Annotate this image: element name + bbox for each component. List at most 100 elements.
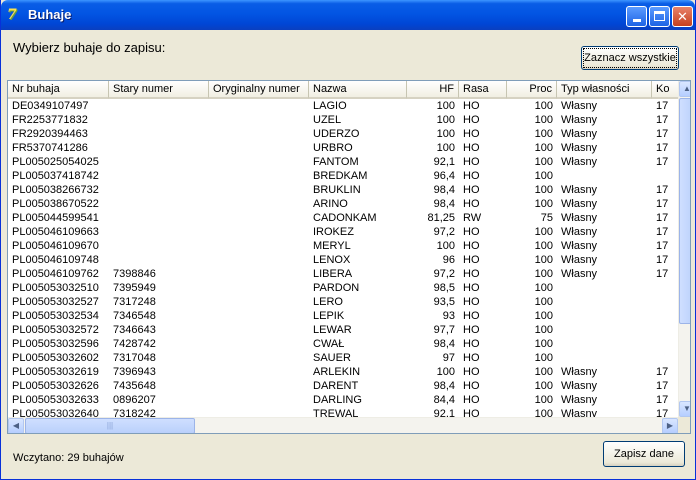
col-ko-header[interactable]: Ko (652, 81, 678, 99)
col-nazwa-cell: MERYL (313, 240, 351, 252)
col-nr-buhaja-cell: DE0349107497 (12, 100, 89, 112)
col-nr-buhaja-cell: PL005025054025 (12, 156, 99, 168)
minimize-button[interactable] (626, 6, 647, 27)
col-typ-wlasnosci-cell: Własny (561, 254, 598, 266)
vertical-scroll-thumb[interactable] (679, 98, 690, 324)
col-typ-wlasnosci-cell: Własny (561, 142, 598, 154)
col-hf-cell: 98,5 (433, 282, 455, 294)
col-stary-numer-cell (109, 197, 209, 211)
col-nazwa-cell: UDERZO (313, 128, 360, 140)
table-row[interactable]: PL005037418742 BREDKAM 96,4 HO 100 (8, 169, 678, 183)
col-hf-cell: 96,4 (433, 170, 455, 182)
col-typ-wlasnosci-cell (557, 295, 652, 309)
col-hf-cell: 97,2 (433, 226, 455, 238)
col-ko-cell: 17 (656, 268, 669, 280)
horizontal-scrollbar[interactable]: ◀ ||| ▶ (8, 417, 678, 433)
scroll-up-button[interactable]: ▲ (679, 81, 690, 97)
table-row[interactable]: PL005038266732 BRUKLIN 98,4 HO 100 Własny 17 (8, 183, 678, 197)
col-nazwa-cell: LIBERA (313, 268, 353, 280)
table-row[interactable]: FR2253771832 UZEL 100 HO 100 Własny 17 (8, 113, 678, 127)
col-oryginalny-numer-cell (209, 253, 309, 267)
table-row[interactable]: DE0349107497 LAGIO 100 HO 100 Własny 17 (8, 99, 678, 113)
col-oryginalny-numer-cell (209, 323, 309, 337)
table-row[interactable]: PL005053032534 7346548 LEPIK 93 HO 100 (8, 309, 678, 323)
table-row[interactable]: PL005053032640 7318242 TREWAL 92,1 HO 100 Włas… (8, 407, 678, 417)
select-all-button[interactable]: Zaznacz wszystkie (581, 46, 679, 70)
col-oryginalny-numer-cell (209, 169, 309, 183)
col-stary-numer-cell (109, 127, 209, 141)
table-row[interactable]: PL005038670522 ARINO 98,4 HO 100 Własny 17 (8, 197, 678, 211)
maximize-button[interactable] (649, 6, 670, 27)
col-ko-cell (652, 351, 678, 365)
arrow-left-icon: ◀ (12, 421, 20, 430)
table-row[interactable]: PL005046109663 IROKEZ 97,2 HO 100 Własny 17 (8, 225, 678, 239)
table-row[interactable]: PL005053032633 0896207 DARLING 84,4 HO 100 Wła… (8, 393, 678, 407)
col-hf-cell: 98,4 (433, 184, 455, 196)
col-ko-cell: 17 (656, 240, 669, 252)
col-ko-cell: 17 (656, 408, 669, 417)
col-oryginalny-numer-cell (209, 393, 309, 407)
arrow-right-icon: ▶ (666, 421, 674, 430)
col-ko-cell (652, 295, 678, 309)
close-button[interactable]: ✕ (672, 6, 693, 27)
table-row[interactable]: PL005053032510 7395949 PARDON 98,5 HO 100 (8, 281, 678, 295)
col-hf-cell: 97 (442, 352, 455, 364)
col-ko-cell: 17 (656, 394, 669, 406)
col-ko-cell: 17 (656, 380, 669, 392)
col-proc-cell: 100 (534, 324, 553, 336)
scroll-right-button[interactable]: ▶ (662, 418, 678, 433)
col-rasa-cell: HO (463, 352, 480, 364)
scroll-left-button[interactable]: ◀ (8, 418, 24, 433)
col-rasa-header[interactable]: Rasa (459, 81, 507, 99)
table-row[interactable]: PL005053032626 7435648 DARENT 98,4 HO 100 Włas… (8, 379, 678, 393)
col-stary-numer-header[interactable]: Stary numer (109, 81, 209, 99)
col-oryginalny-numer-cell (209, 225, 309, 239)
col-rasa-cell: HO (463, 324, 480, 336)
table-row[interactable]: PL005025054025 FANTOM 92,1 HO 100 Własny 17 (8, 155, 678, 169)
table-row[interactable]: PL005044599541 CADONKAM 81,25 RW 75 Własny 17 (8, 211, 678, 225)
vertical-scrollbar[interactable]: ▲ ▼ (678, 81, 690, 417)
col-typ-wlasnosci-cell: Własny (561, 394, 598, 406)
col-typ-wlasnosci-cell: Własny (561, 366, 598, 378)
col-nazwa-cell: FANTOM (313, 156, 359, 168)
table-row[interactable]: FR5370741286 URBRO 100 HO 100 Własny 17 (8, 141, 678, 155)
col-stary-numer-cell (109, 99, 209, 113)
prompt-label: Wybierz buhaje do zapisu: (13, 40, 166, 55)
col-proc-cell: 100 (534, 268, 553, 280)
col-rasa-cell: HO (463, 366, 480, 378)
col-hf-cell: 100 (436, 240, 455, 252)
title-bar[interactable]: 7 Buhaje ✕ (1, 0, 695, 30)
col-oryginalny-numer-cell (209, 211, 309, 225)
col-hf-cell: 100 (436, 128, 455, 140)
table-row[interactable]: PL005053032596 7428742 CWAŁ 98,4 HO 100 (8, 337, 678, 351)
col-proc-cell: 100 (534, 352, 553, 364)
col-proc-cell: 100 (534, 240, 553, 252)
table-row[interactable]: PL005053032619 7396943 ARLEKIN 100 HO 100 Włas… (8, 365, 678, 379)
bulls-grid[interactable]: Nr buhaja Stary numer Oryginalny numer Nazw… (7, 80, 691, 434)
col-nazwa-cell: IROKEZ (313, 226, 354, 238)
col-nazwa-header[interactable]: Nazwa (309, 81, 407, 99)
col-nazwa-cell: LAGIO (313, 100, 347, 112)
table-row[interactable]: FR2920394463 UDERZO 100 HO 100 Własny 17 (8, 127, 678, 141)
col-proc-cell: 100 (534, 394, 553, 406)
table-row[interactable]: PL005046109670 MERYL 100 HO 100 Własny 17 (8, 239, 678, 253)
col-nazwa-cell: LENOX (313, 254, 351, 266)
table-row[interactable]: PL005053032527 7317248 LERO 93,5 HO 100 (8, 295, 678, 309)
col-rasa-cell: HO (463, 114, 480, 126)
col-typ-wlasnosci-header[interactable]: Typ własności (557, 81, 652, 99)
save-button[interactable]: Zapisz dane (603, 441, 685, 467)
table-row[interactable]: PL005046109748 LENOX 96 HO 100 Własny 17 (8, 253, 678, 267)
table-row[interactable]: PL005053032572 7346643 LEWAR 97,7 HO 100 (8, 323, 678, 337)
table-row[interactable]: PL005053032602 7317048 SAUER 97 HO 100 (8, 351, 678, 365)
col-hf-header[interactable]: HF (407, 81, 459, 99)
col-hf-cell: 98,4 (433, 338, 455, 350)
horizontal-scroll-thumb[interactable]: ||| (25, 418, 195, 433)
col-nr-buhaja-header[interactable]: Nr buhaja (8, 81, 109, 99)
col-stary-numer-cell: 7346548 (113, 310, 156, 322)
col-proc-header[interactable]: Proc (507, 81, 557, 99)
col-oryginalny-numer-header[interactable]: Oryginalny numer (209, 81, 309, 99)
col-ko-cell: 17 (656, 254, 669, 266)
table-row[interactable]: PL005046109762 7398846 LIBERA 97,2 HO 100 Włas… (8, 267, 678, 281)
col-nazwa-cell: LEPIK (313, 310, 345, 322)
scroll-down-button[interactable]: ▼ (679, 401, 690, 417)
